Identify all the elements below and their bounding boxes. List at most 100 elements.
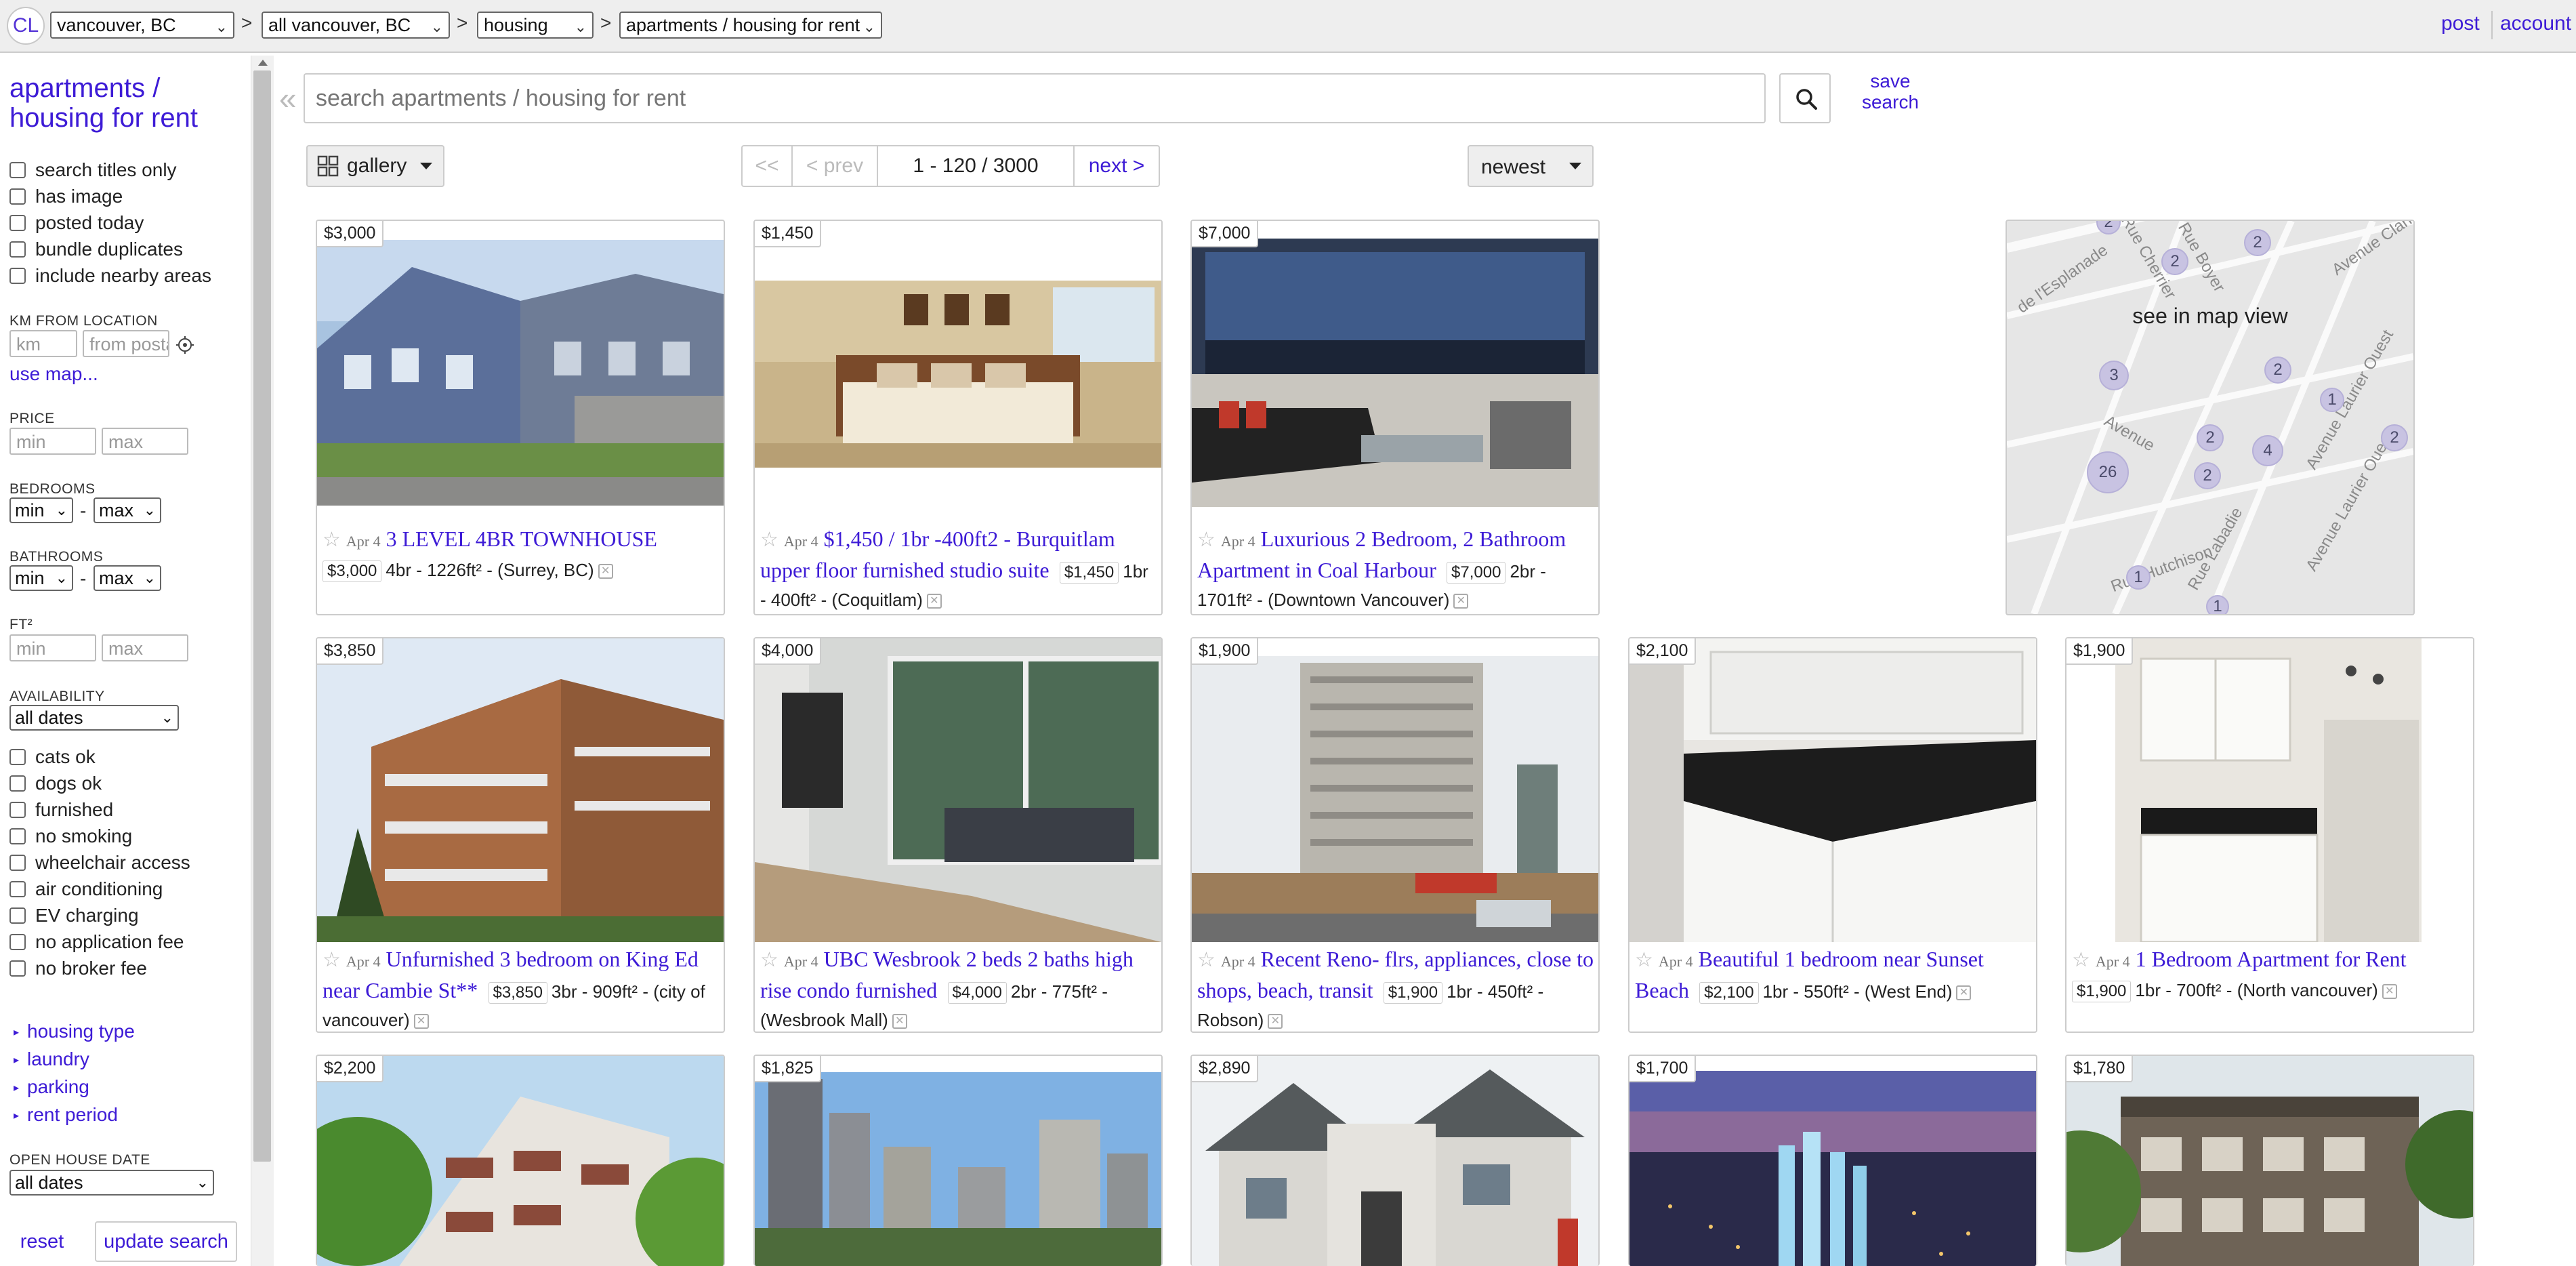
map-view-card[interactable]: see in map view Rue Cherrier Rue Boyer d… xyxy=(2006,220,2415,615)
listing-photo-modern-building[interactable] xyxy=(317,638,724,942)
checkbox[interactable] xyxy=(9,188,26,205)
listing-card[interactable]: $1,825 xyxy=(753,1055,1163,1266)
star-icon[interactable]: ☆ xyxy=(760,949,778,971)
scrollbar-thumb[interactable] xyxy=(253,70,271,1162)
checkbox-furnished[interactable]: furnished xyxy=(9,798,113,821)
star-icon[interactable]: ☆ xyxy=(1197,529,1216,551)
checkbox[interactable] xyxy=(9,881,26,897)
listing-photo-apartment-block[interactable] xyxy=(2066,1056,2473,1266)
checkbox-ev-charging[interactable]: EV charging xyxy=(9,904,139,927)
bedrooms-max-select[interactable]: max ⌄ xyxy=(94,497,161,523)
checkbox[interactable] xyxy=(9,802,26,818)
hide-listing-icon[interactable]: ✕ xyxy=(1956,985,1972,1001)
checkbox[interactable] xyxy=(9,241,26,258)
star-icon[interactable]: ☆ xyxy=(1635,949,1653,971)
listing-photo-townhouse[interactable] xyxy=(317,240,724,506)
save-search-link[interactable]: save search xyxy=(1856,70,1924,113)
subcategory-select[interactable]: apartments / housing for rent ⌄ xyxy=(619,12,882,39)
listing-title[interactable]: 3 LEVEL 4BR TOWNHOUSE xyxy=(386,527,657,551)
price-min-input[interactable]: min xyxy=(9,428,96,455)
open-house-select[interactable]: all dates ⌄ xyxy=(9,1170,214,1196)
see-in-map-view-label[interactable]: see in map view xyxy=(2007,304,2413,329)
expander-laundry[interactable]: ▸ laundry xyxy=(14,1048,89,1070)
listing-photo-apartment-trees[interactable] xyxy=(317,1056,724,1266)
listing-card[interactable]: $1,700 xyxy=(1628,1055,2037,1266)
hide-listing-icon[interactable]: ✕ xyxy=(1453,594,1469,609)
hide-listing-icon[interactable]: ✕ xyxy=(2382,984,2397,1000)
checkbox-no-broker-fee[interactable]: no broker fee xyxy=(9,957,147,980)
use-map-link[interactable]: use map... xyxy=(9,363,98,385)
availability-select[interactable]: all dates ⌄ xyxy=(9,705,179,731)
pager-first-button[interactable]: << xyxy=(743,146,793,186)
expander-rent-period[interactable]: ▸ rent period xyxy=(14,1104,118,1126)
map-cluster[interactable]: 1 xyxy=(2126,565,2151,590)
update-search-button[interactable]: update search xyxy=(95,1221,237,1262)
ft2-max-input[interactable]: max xyxy=(102,634,188,661)
checkbox[interactable] xyxy=(9,907,26,924)
listing-photo-kitchen-2[interactable] xyxy=(2066,638,2473,942)
expander-housing-type[interactable]: ▸ housing type xyxy=(14,1021,135,1042)
hide-listing-icon[interactable]: ✕ xyxy=(598,564,613,579)
map-cluster[interactable]: 2 xyxy=(2264,356,2291,384)
listing-photo-kitchen[interactable] xyxy=(1629,638,2036,942)
sort-dropdown[interactable]: newest xyxy=(1468,145,1594,187)
category-select[interactable]: housing ⌄ xyxy=(477,12,594,39)
post-link[interactable]: post xyxy=(2441,12,2480,35)
listing-card[interactable]: $1,450 ☆ Apr 4 $1,450 / 1br -400ft2 - Burq… xyxy=(753,220,1163,615)
bedrooms-min-select[interactable]: min ⌄ xyxy=(9,497,73,523)
account-link[interactable]: account xyxy=(2500,12,2571,35)
listing-card[interactable]: $1,900 ☆ Apr 4 1 Bedroom Apartment for Ren… xyxy=(2065,637,2474,1033)
listing-card[interactable]: $2,890 xyxy=(1190,1055,1600,1266)
craigslist-logo[interactable]: CL xyxy=(7,7,45,45)
postal-input[interactable]: from postal xyxy=(83,330,169,357)
checkbox-dogs-ok[interactable]: dogs ok xyxy=(9,772,102,795)
hide-listing-icon[interactable]: ✕ xyxy=(413,1014,429,1029)
expander-parking[interactable]: ▸ parking xyxy=(14,1076,89,1098)
checkbox[interactable] xyxy=(9,960,26,977)
checkbox-air-conditioning[interactable]: air conditioning xyxy=(9,878,163,901)
city-select[interactable]: vancouver, BC ⌄ xyxy=(50,12,234,39)
listing-title[interactable]: 1 Bedroom Apartment for Rent xyxy=(2136,947,2407,971)
view-mode-dropdown[interactable]: gallery xyxy=(306,145,444,187)
locate-icon[interactable] xyxy=(175,335,195,355)
checkbox-has-image[interactable]: has image xyxy=(9,185,123,208)
bathrooms-min-select[interactable]: min ⌄ xyxy=(9,565,73,591)
listing-card[interactable]: $1,900 ☆ Apr 4 Recent Reno- flrs, applianc… xyxy=(1190,637,1600,1033)
page-title[interactable]: apartments / housing for rent xyxy=(9,73,233,133)
listing-card[interactable]: $1,780 xyxy=(2065,1055,2474,1266)
hide-listing-icon[interactable]: ✕ xyxy=(926,594,942,609)
hide-listing-icon[interactable]: ✕ xyxy=(892,1014,907,1029)
map-cluster[interactable]: 2 xyxy=(2244,229,2271,256)
star-icon[interactable]: ☆ xyxy=(323,529,341,551)
bathrooms-max-select[interactable]: max ⌄ xyxy=(94,565,161,591)
checkbox[interactable] xyxy=(9,828,26,844)
checkbox-search-titles-only[interactable]: search titles only xyxy=(9,159,177,182)
listing-card[interactable]: $4,000 ☆ Apr 4 UBC Wesbrook 2 beds 2 baths… xyxy=(753,637,1163,1033)
map-cluster[interactable]: 1 xyxy=(2320,388,2344,412)
map-cluster[interactable]: 2 xyxy=(2194,462,2221,489)
checkbox[interactable] xyxy=(9,749,26,765)
checkbox-cats-ok[interactable]: cats ok xyxy=(9,746,96,769)
listing-card[interactable]: $2,100 ☆ Apr 4 Beautiful 1 bedroom near Su… xyxy=(1628,637,2037,1033)
hide-listing-icon[interactable]: ✕ xyxy=(1268,1014,1283,1029)
checkbox-no-smoking[interactable]: no smoking xyxy=(9,825,132,848)
listing-photo-night-city[interactable] xyxy=(1629,1071,2036,1266)
pager-prev-button[interactable]: < prev xyxy=(793,146,878,186)
map-cluster[interactable]: 3 xyxy=(2099,361,2129,390)
checkbox-posted-today[interactable]: posted today xyxy=(9,211,144,234)
listing-card[interactable]: $3,000 ☆ Apr 4 3 LEVEL 4BR TOWNHOUSE $3,00… xyxy=(316,220,725,615)
listing-card[interactable]: $3,850 ☆ Apr 4 Unfurnished 3 bedroom on Ki… xyxy=(316,637,725,1033)
map-cluster[interactable]: 2 xyxy=(2161,248,2188,275)
checkbox[interactable] xyxy=(9,775,26,792)
star-icon[interactable]: ☆ xyxy=(323,949,341,971)
listing-photo-house[interactable] xyxy=(1192,1056,1598,1266)
search-input[interactable]: search apartments / housing for rent xyxy=(304,73,1766,123)
listing-card[interactable]: $7,000 ☆ Apr 4 Luxurious 2 Bedroom, 2 Bath… xyxy=(1190,220,1600,615)
star-icon[interactable]: ☆ xyxy=(1197,949,1216,971)
listing-photo-bedroom[interactable] xyxy=(755,281,1161,468)
checkbox-bundle-duplicates[interactable]: bundle duplicates xyxy=(9,238,183,261)
star-icon[interactable]: ☆ xyxy=(760,529,778,551)
checkbox[interactable] xyxy=(9,934,26,950)
collapse-sidebar-icon[interactable]: « xyxy=(279,80,297,117)
map-cluster[interactable]: 2 xyxy=(2197,424,2224,451)
